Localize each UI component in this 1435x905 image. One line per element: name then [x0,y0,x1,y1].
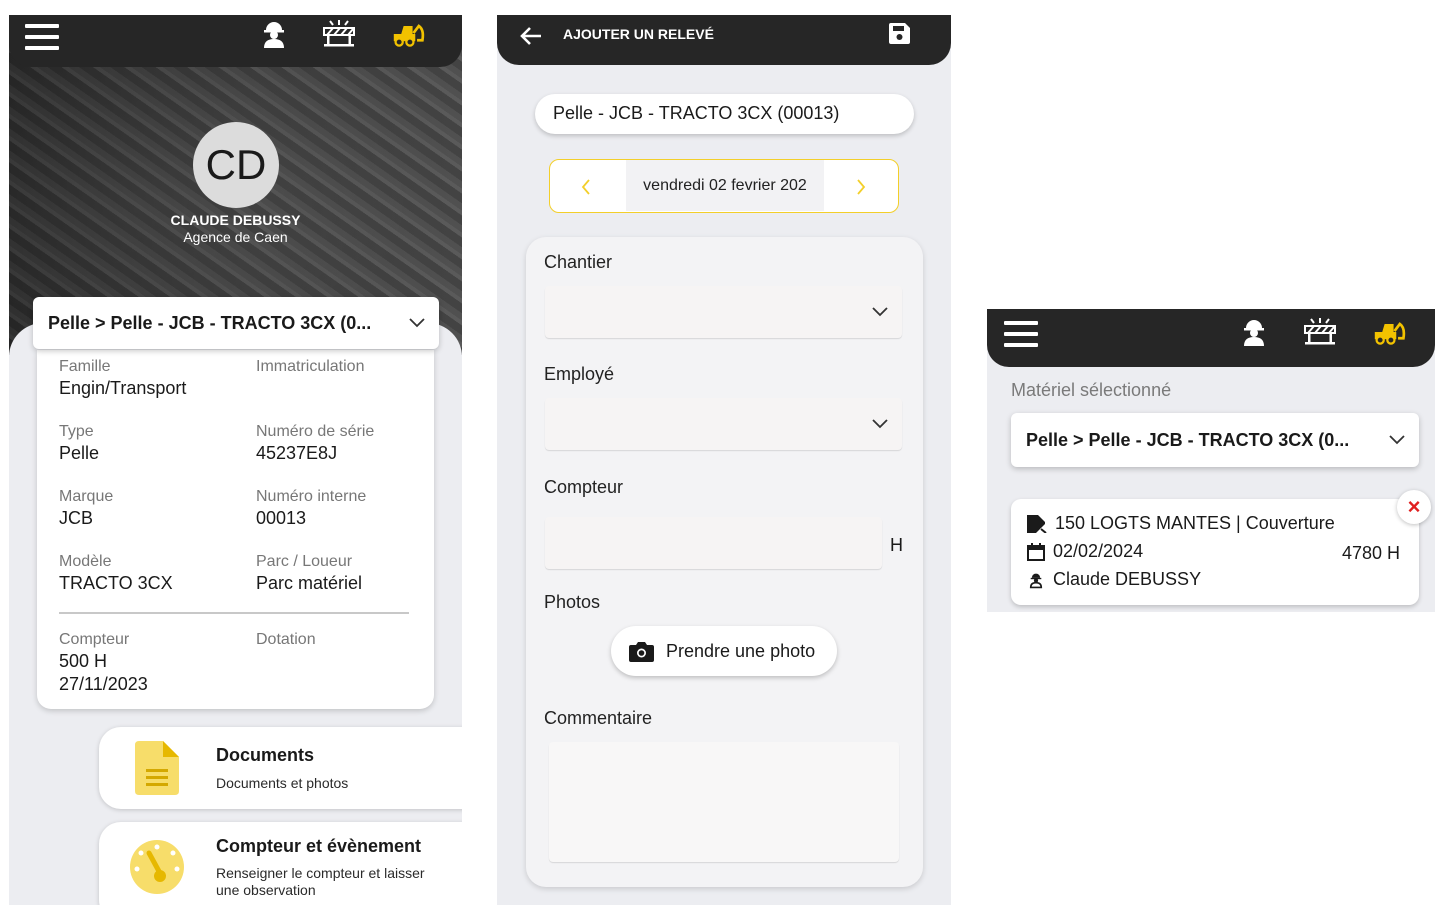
chevron-down-icon [872,419,888,429]
field-immatriculation: Immatriculation [256,358,365,375]
selected-equipment-screen: Matériel sélectionné Pelle > Pelle - JCB… [987,309,1435,612]
user-agency: Agence de Caen [183,229,288,245]
field-dotation: Dotation [256,631,316,648]
summary-employee: Claude DEBUSSY [1053,569,1202,589]
worker-icon[interactable] [1237,317,1271,347]
equipment-pill[interactable]: Pelle - JCB - TRACTO 3CX (00013) [535,94,914,134]
summary-site-row: 150 LOGTS MANTES | Couverture [1027,513,1335,534]
equipment-name: Pelle - JCB - TRACTO 3CX (00013) [553,103,840,123]
menu-item-subtitle-line1: Renseigner le compteur et laisser [216,865,425,881]
field-modele: Modèle TRACTO 3CX [59,553,173,593]
chantier-select[interactable] [545,286,902,338]
menu-item-title: Compteur et évènement [216,836,422,856]
chevron-down-icon [872,307,888,317]
worker-icon[interactable] [257,19,291,49]
gauge-icon [130,840,184,894]
equipment-select-value: Pelle > Pelle - JCB - TRACTO 3CX (0... [1026,429,1350,450]
take-photo-button[interactable]: Prendre une photo [611,626,837,676]
menu-item-subtitle-line2: une observation [216,882,316,898]
chantier-label: Chantier [544,252,613,272]
summary-counter: 4780 H [1341,543,1400,563]
chevron-down-icon [1389,435,1405,445]
menu-icon[interactable] [1004,321,1038,347]
compteur-input[interactable] [545,517,882,569]
employe-select[interactable] [545,398,902,450]
tag-icon [1027,514,1047,533]
divider [59,612,409,614]
chevron-left-icon[interactable] [581,179,591,195]
chevron-down-icon [409,318,425,328]
calendar-icon [1027,542,1045,561]
top-bar [987,309,1435,367]
commentaire-label: Commentaire [544,708,653,728]
back-arrow-icon[interactable] [519,26,543,46]
summary-date: 02/02/2024 [1053,541,1144,561]
page-title: AJOUTER UN RELEVÉ [563,26,714,42]
reading-form: Chantier Employé Compteur H Photos Prend… [526,237,923,887]
date-picker: vendredi 02 fevrier 202 [549,159,899,213]
worker-icon [1029,573,1043,588]
compteur-unit: H [890,535,903,555]
date-value[interactable]: vendredi 02 fevrier 202 [626,160,824,211]
compteur-label: Compteur [544,477,624,497]
close-icon: × [1407,494,1421,519]
equipment-select-value: Pelle > Pelle - JCB - TRACTO 3CX (0... [48,312,372,333]
menu-item-title: Documents [216,745,315,765]
equipment-info-card: Famille Engin/Transport Immatriculation … [37,350,434,709]
summary-site: 150 LOGTS MANTES | Couverture [1055,513,1335,533]
save-icon[interactable] [889,23,910,44]
top-bar: AJOUTER UN RELEVÉ [497,15,951,65]
equipment-icon[interactable] [1373,317,1407,347]
equipment-detail-screen: CD CLAUDE DEBUSSY Agence de Caen Pelle >… [9,15,462,905]
field-compteur: Compteur 500 H 27/11/2023 [59,631,148,694]
close-button[interactable]: × [1397,490,1431,524]
user-avatar: CD [193,122,279,208]
field-numero-interne: Numéro interne 00013 [256,488,367,528]
equipment-select[interactable]: Pelle > Pelle - JCB - TRACTO 3CX (0... [33,297,439,349]
menu-icon[interactable] [25,24,59,50]
field-type: Type Pelle [59,423,100,463]
take-photo-label: Prendre une photo [666,640,816,661]
chevron-right-icon[interactable] [856,179,866,195]
menu-item-subtitle: Documents et photos [216,775,349,791]
commentaire-textarea[interactable] [549,742,899,862]
camera-icon [629,641,654,662]
equipment-icon[interactable] [392,19,426,49]
document-icon [135,741,179,795]
menu-item-documents[interactable]: Documents Documents et photos [99,727,462,809]
menu-item-compteur[interactable]: Compteur et évènement Renseigner le comp… [99,822,462,905]
field-marque: Marque JCB [59,488,114,528]
selected-equipment-label: Matériel sélectionné [1011,380,1172,400]
barrier-icon[interactable] [322,18,356,48]
field-parc-loueur: Parc / Loueur Parc matériel [256,553,363,593]
field-numero-serie: Numéro de série 45237E8J [256,423,375,463]
field-famille: Famille Engin/Transport [59,358,187,398]
employe-label: Employé [544,364,615,384]
reading-summary-card[interactable]: 150 LOGTS MANTES | Couverture 02/02/2024… [1011,499,1419,605]
top-bar [9,15,462,67]
barrier-icon[interactable] [1303,316,1337,346]
user-name: CLAUDE DEBUSSY [170,212,301,228]
summary-date-row: 02/02/2024 [1027,541,1143,562]
photos-label: Photos [544,592,601,612]
add-reading-screen: AJOUTER UN RELEVÉ Pelle - JCB - TRACTO 3… [497,15,951,905]
equipment-select[interactable]: Pelle > Pelle - JCB - TRACTO 3CX (0... [1011,413,1419,467]
summary-employee-row: Claude DEBUSSY [1027,569,1201,590]
